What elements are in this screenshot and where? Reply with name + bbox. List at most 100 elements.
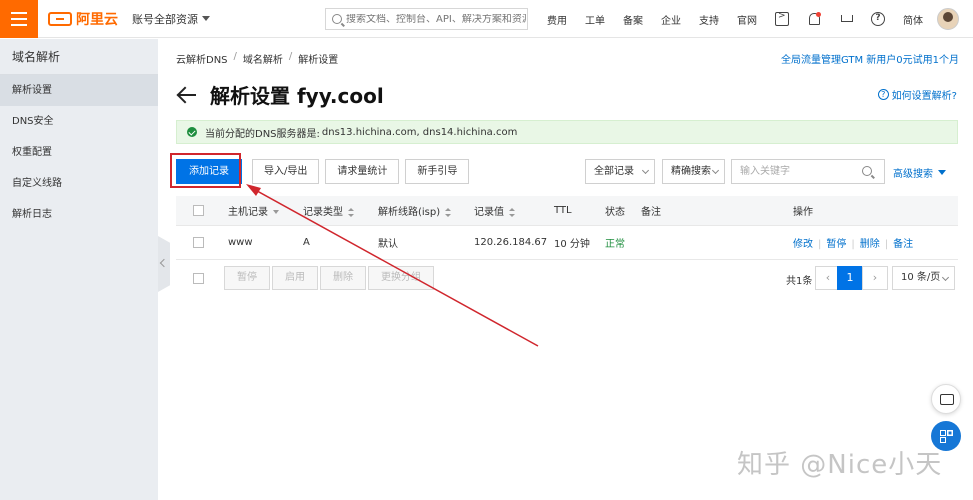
account-switcher[interactable]: 账号全部资源 xyxy=(132,11,210,27)
nav-link-website[interactable]: 官网 xyxy=(737,12,757,27)
request-stats-button[interactable]: 请求量统计 xyxy=(325,159,400,184)
keyword-input[interactable]: 输入关键字 xyxy=(731,159,885,184)
breadcrumb-separator: / xyxy=(288,51,293,62)
sidebar-collapse-handle[interactable] xyxy=(158,236,170,292)
page-header: 解析设置 fyy.cool xyxy=(176,80,384,109)
bulk-enable-button[interactable]: 启用 xyxy=(272,266,318,290)
cell-status: 正常 xyxy=(605,239,625,250)
watermark: 知乎 @Nice小天 xyxy=(737,450,943,480)
breadcrumb: 云解析DNS / 域名解析 / 解析设置 xyxy=(176,51,338,66)
delete-link[interactable]: 删除 xyxy=(860,239,880,250)
sort-icon xyxy=(348,207,354,217)
nav-link-enterprise[interactable]: 企业 xyxy=(661,12,681,27)
back-arrow-icon[interactable] xyxy=(176,84,198,106)
brand-name: 阿里云 xyxy=(76,11,118,28)
col-remark: 备注 xyxy=(641,207,661,218)
nav-link-tickets[interactable]: 工单 xyxy=(585,12,605,27)
page-number-button[interactable]: 1 xyxy=(837,266,863,290)
remark-link[interactable]: 备注 xyxy=(893,239,913,250)
help-icon[interactable]: ? xyxy=(871,12,885,26)
breadcrumb-item-domain[interactable]: 域名解析 xyxy=(243,51,283,66)
notification-dot xyxy=(816,12,821,17)
aliyun-logo-icon xyxy=(48,11,72,26)
chevron-down-icon xyxy=(641,166,650,175)
nav-link-billing[interactable]: 费用 xyxy=(547,12,567,27)
record-filter-select[interactable]: 全部记录 xyxy=(585,159,655,184)
total-count: 共1条 xyxy=(786,276,813,287)
sort-icon xyxy=(273,210,279,214)
bell-icon[interactable] xyxy=(807,12,821,26)
nav-link-support[interactable]: 支持 xyxy=(699,12,719,27)
breadcrumb-item-current: 解析设置 xyxy=(298,55,339,66)
check-circle-icon xyxy=(187,127,197,137)
breadcrumb-separator: / xyxy=(233,51,237,62)
records-table: 主机记录 记录类型 解析线路(isp) 记录值 TTL 状态 备注 操作 www… xyxy=(176,196,958,260)
ops-separator: | xyxy=(884,239,889,250)
cell-ops: 修改 | 暂停 | 删除 | 备注 xyxy=(793,235,913,250)
sidebar-item-dns-security[interactable]: DNS安全 xyxy=(0,106,158,137)
question-icon: ? xyxy=(877,89,889,100)
page-size-select[interactable]: 10 条/页 xyxy=(892,266,955,290)
next-page-button[interactable]: › xyxy=(862,266,888,290)
search-input[interactable] xyxy=(346,13,526,25)
advanced-search-label: 高级搜索 xyxy=(893,169,933,180)
sidebar-title: 域名解析 xyxy=(0,39,158,75)
sidebar-item-weight-config[interactable]: 权重配置 xyxy=(0,137,158,168)
chat-icon[interactable] xyxy=(931,384,961,414)
sidebar-item-custom-line[interactable]: 自定义线路 xyxy=(0,168,158,199)
breadcrumb-item-dns[interactable]: 云解析DNS xyxy=(176,51,228,66)
bulk-pause-button[interactable]: 暂停 xyxy=(224,266,270,290)
sort-icon xyxy=(445,207,452,217)
col-value-label: 记录值 xyxy=(474,207,504,218)
chevron-down-icon xyxy=(202,16,210,21)
avatar[interactable] xyxy=(937,8,959,30)
col-host[interactable]: 主机记录 xyxy=(228,203,279,218)
howto-link[interactable]: ? 如何设置解析? xyxy=(877,87,957,102)
sidebar: 域名解析 解析设置 DNS安全 权重配置 自定义线路 解析日志 xyxy=(0,39,158,500)
chevron-down-icon xyxy=(711,166,720,175)
col-host-label: 主机记录 xyxy=(228,207,268,218)
import-export-button[interactable]: 导入/导出 xyxy=(252,159,320,184)
select-all-checkbox[interactable] xyxy=(193,205,204,216)
col-type[interactable]: 记录类型 xyxy=(303,203,354,218)
search-mode-select[interactable]: 精确搜索 xyxy=(662,159,725,184)
top-nav-links: 费用 工单 备案 企业 支持 官网 ? 简体 xyxy=(547,0,959,38)
col-value[interactable]: 记录值 xyxy=(474,203,515,218)
col-line[interactable]: 解析线路(isp) xyxy=(378,203,452,218)
bulk-change-group-button[interactable]: 更换分组 xyxy=(368,266,434,290)
sidebar-item-resolve-settings[interactable]: 解析设置 xyxy=(0,75,158,106)
global-search[interactable] xyxy=(325,8,528,30)
page-size-value: 10 条/页 xyxy=(901,272,941,283)
table-header: 主机记录 记录类型 解析线路(isp) 记录值 TTL 状态 备注 操作 xyxy=(176,196,958,226)
gtm-promo-link[interactable]: 全局流量管理GTM 新用户0元试用1个月 xyxy=(781,51,959,66)
language-switcher[interactable]: 简体 xyxy=(903,12,923,27)
ops-separator: | xyxy=(818,239,822,250)
annotation-highlight-box xyxy=(170,153,241,188)
sort-icon xyxy=(509,207,515,217)
chevron-down-icon xyxy=(941,273,950,282)
dns-server-list: dns13.hichina.com, dns14.hichina.com xyxy=(321,126,518,138)
search-icon[interactable] xyxy=(862,166,872,176)
cell-value: 120.26.184.67 xyxy=(474,237,548,248)
menu-icon[interactable] xyxy=(0,0,38,38)
account-label: 账号全部资源 xyxy=(132,12,198,26)
col-type-label: 记录类型 xyxy=(303,207,343,218)
col-ttl: TTL xyxy=(554,205,572,216)
nav-link-icp[interactable]: 备案 xyxy=(623,12,643,27)
sidebar-item-resolve-log[interactable]: 解析日志 xyxy=(0,199,158,230)
dns-server-banner: 当前分配的DNS服务器是: dns13.hichina.com, dns14.h… xyxy=(176,120,958,144)
cell-type: A xyxy=(303,237,310,248)
cell-line: 默认 xyxy=(378,239,398,250)
annotation-arrow-head xyxy=(246,184,261,196)
terminal-icon[interactable] xyxy=(775,11,789,26)
beginner-guide-button[interactable]: 新手引导 xyxy=(405,159,470,184)
row-checkbox[interactable] xyxy=(193,237,204,248)
bulk-select-checkbox[interactable] xyxy=(193,273,204,284)
pause-link[interactable]: 暂停 xyxy=(826,239,846,250)
edit-link[interactable]: 修改 xyxy=(793,239,813,250)
brand-logo[interactable]: 阿里云 xyxy=(48,9,118,29)
bulk-delete-button[interactable]: 删除 xyxy=(320,266,366,290)
advanced-search-toggle[interactable]: 高级搜索 xyxy=(893,165,946,180)
col-ops: 操作 xyxy=(793,207,813,218)
cart-icon[interactable] xyxy=(839,12,853,26)
